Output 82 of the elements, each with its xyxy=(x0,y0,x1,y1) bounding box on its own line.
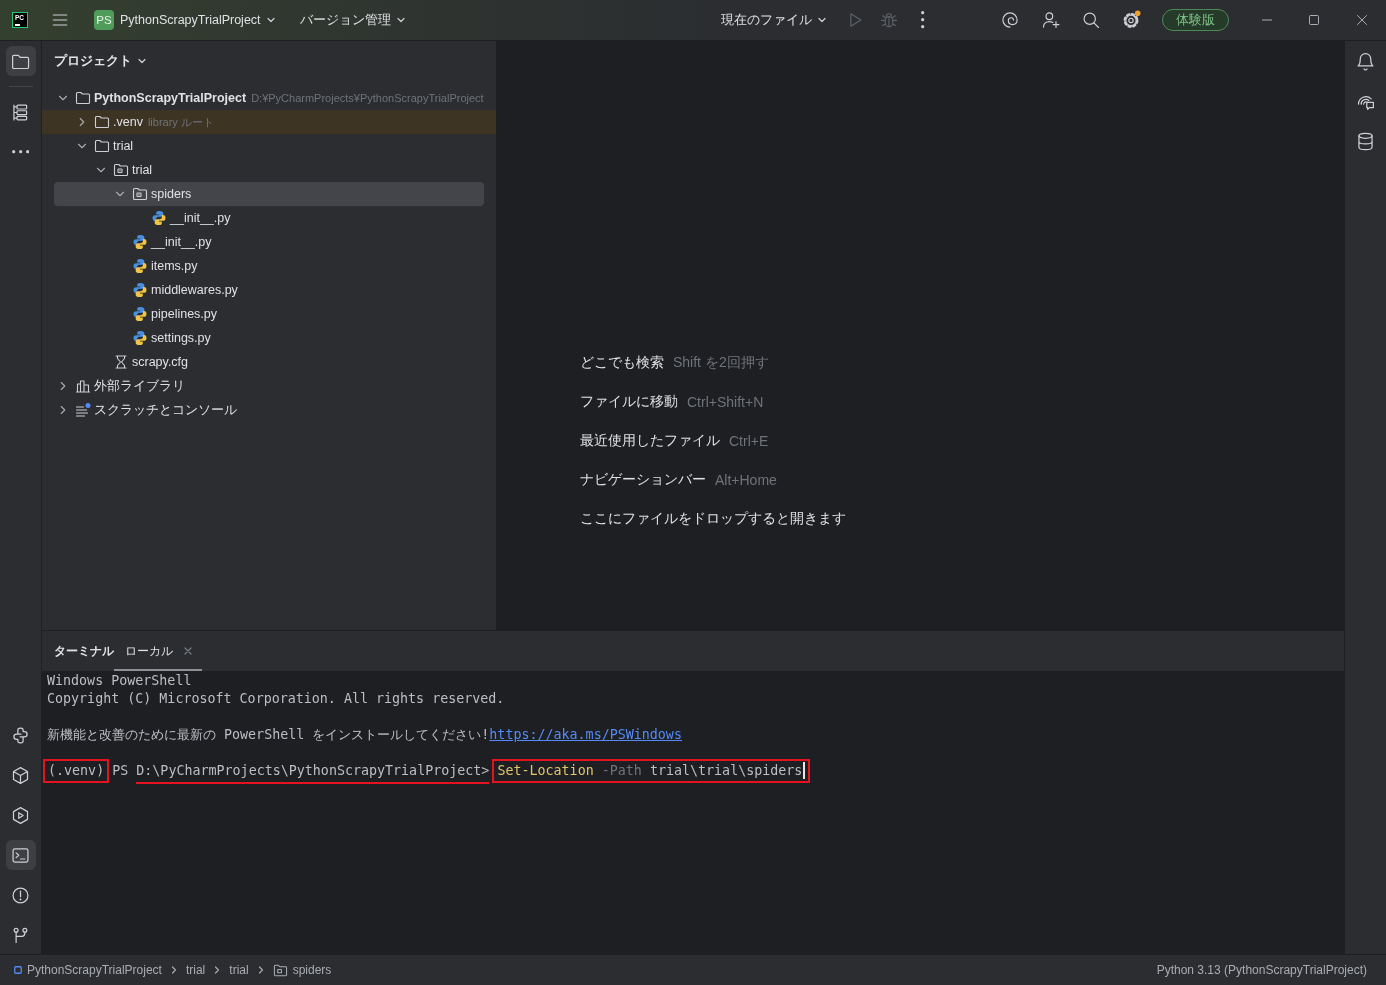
terminal-text: (.venv) xyxy=(48,763,105,778)
hexagon-play-icon xyxy=(10,804,31,826)
hint-action: ファイルに移動 xyxy=(580,392,678,411)
chevron-down-icon xyxy=(817,15,827,25)
tree-item[interactable]: 外部ライブラリ xyxy=(54,374,484,398)
tree-item[interactable]: pipelines.py xyxy=(54,302,484,326)
tree-item[interactable]: スクラッチとコンソール xyxy=(54,398,484,422)
tree-item[interactable]: .venv library ルート xyxy=(42,110,496,134)
python-file-icon xyxy=(132,282,148,298)
folder-icon xyxy=(94,138,110,154)
lines-with-dot-icon xyxy=(75,402,91,418)
hint-action: ナビゲーションバー xyxy=(580,470,706,489)
more-icon xyxy=(11,150,30,154)
tree-item[interactable]: scrapy.cfg xyxy=(54,350,484,374)
breadcrumb-item[interactable]: trial xyxy=(185,963,206,977)
project-avatar: PS xyxy=(94,10,114,30)
panel-title: ターミナル xyxy=(54,642,114,660)
item-hint: D:¥PyCharmProjects¥PythonScrapyTrialProject xyxy=(251,92,484,104)
terminal-link[interactable]: https://aka.ms/PSWindows xyxy=(489,727,682,742)
tree-item[interactable]: __init__.py xyxy=(54,230,484,254)
interpreter-label[interactable]: Python 3.13 (PythonScrapyTrialProject) xyxy=(1156,963,1367,977)
chevron-down-icon xyxy=(137,56,147,66)
bars-icon xyxy=(75,378,91,394)
python-logo-icon xyxy=(10,724,31,746)
terminal-output: Copyright (C) Microsoft Corporation. All rights reserved. xyxy=(47,691,505,706)
folder-icon xyxy=(75,90,91,106)
maximize-icon xyxy=(1309,15,1319,25)
hint-shortcut: Ctrl+E xyxy=(729,432,769,449)
package-folder-icon xyxy=(272,962,288,978)
hint-action: 最近使用したファイル xyxy=(580,431,720,450)
project-selector[interactable]: PS PythonScrapyTrialProject xyxy=(88,5,282,35)
run-config-selector[interactable]: 現在のファイル xyxy=(715,5,833,35)
terminal-text: Set-Location -Path trial\trial\spiders xyxy=(497,763,803,778)
tree-item[interactable]: settings.py xyxy=(54,326,484,350)
python-file-icon xyxy=(132,330,148,346)
close-icon xyxy=(1357,15,1367,25)
breadcrumb-item[interactable]: spiders xyxy=(272,962,332,978)
tree-item[interactable]: middlewares.py xyxy=(54,278,484,302)
hint-shortcut: Ctrl+Shift+N xyxy=(687,393,764,410)
bell-icon xyxy=(1355,50,1376,72)
trial-button[interactable]: 体験版 xyxy=(1162,9,1229,31)
item-hint: library ルート xyxy=(147,114,214,130)
python-file-icon xyxy=(151,210,167,226)
tree-item[interactable]: items.py xyxy=(54,254,484,278)
add-user-icon xyxy=(1041,10,1061,30)
tool-window-button[interactable] xyxy=(5,46,36,76)
close-icon[interactable] xyxy=(183,646,193,656)
tree-item[interactable]: PythonScrapyTrialProject D:¥PyCharmProjects¥PythonScrapyTrialProject xyxy=(54,86,484,110)
hint-shortcut: Shift を2回押す xyxy=(673,353,769,372)
package-folder-icon xyxy=(113,162,129,178)
panel-title[interactable]: プロジェクト xyxy=(54,52,132,70)
tree-item[interactable]: trial xyxy=(54,134,484,158)
terminal-text: PS xyxy=(112,763,129,778)
terminal-output: Windows PowerShell xyxy=(47,673,192,688)
vcs-menu[interactable]: バージョン管理 xyxy=(293,5,412,35)
package-folder-icon xyxy=(132,186,148,202)
tree-item[interactable]: trial xyxy=(54,158,484,182)
hourglass-icon xyxy=(113,354,129,370)
bug-icon xyxy=(879,10,899,30)
hint-action: どこでも検索 xyxy=(580,353,664,372)
python-file-icon xyxy=(132,234,148,250)
tool-window-button[interactable] xyxy=(5,840,36,870)
breadcrumb-item[interactable]: PythonScrapyTrialProject xyxy=(14,963,162,977)
database-icon xyxy=(1355,130,1376,152)
spiral-icon xyxy=(1000,10,1020,30)
python-file-icon xyxy=(132,258,148,274)
cube-icon xyxy=(10,764,31,786)
more-vertical-icon xyxy=(921,11,925,29)
hint-shortcut: Alt+Home xyxy=(715,471,777,488)
square-icon xyxy=(14,966,22,974)
search-icon xyxy=(1081,10,1101,30)
python-file-icon xyxy=(132,306,148,322)
terminal-text: D:\PyCharmProjects\PythonScrapyTrialProject> xyxy=(136,763,490,778)
hint-action: ここにファイルをドロップすると開きます xyxy=(580,509,846,528)
exclamation-circle-icon xyxy=(10,884,31,906)
folder-icon xyxy=(94,114,110,130)
chevron-down-icon xyxy=(265,15,276,25)
terminal-output: 新機能と改善のために最新の PowerShell をインストールしてください! xyxy=(47,727,490,742)
tree-item[interactable]: __init__.py xyxy=(54,206,484,230)
chevron-down-icon xyxy=(395,15,406,25)
breadcrumb-item[interactable]: trial xyxy=(229,963,249,977)
tree-item[interactable]: spiders xyxy=(54,182,484,206)
